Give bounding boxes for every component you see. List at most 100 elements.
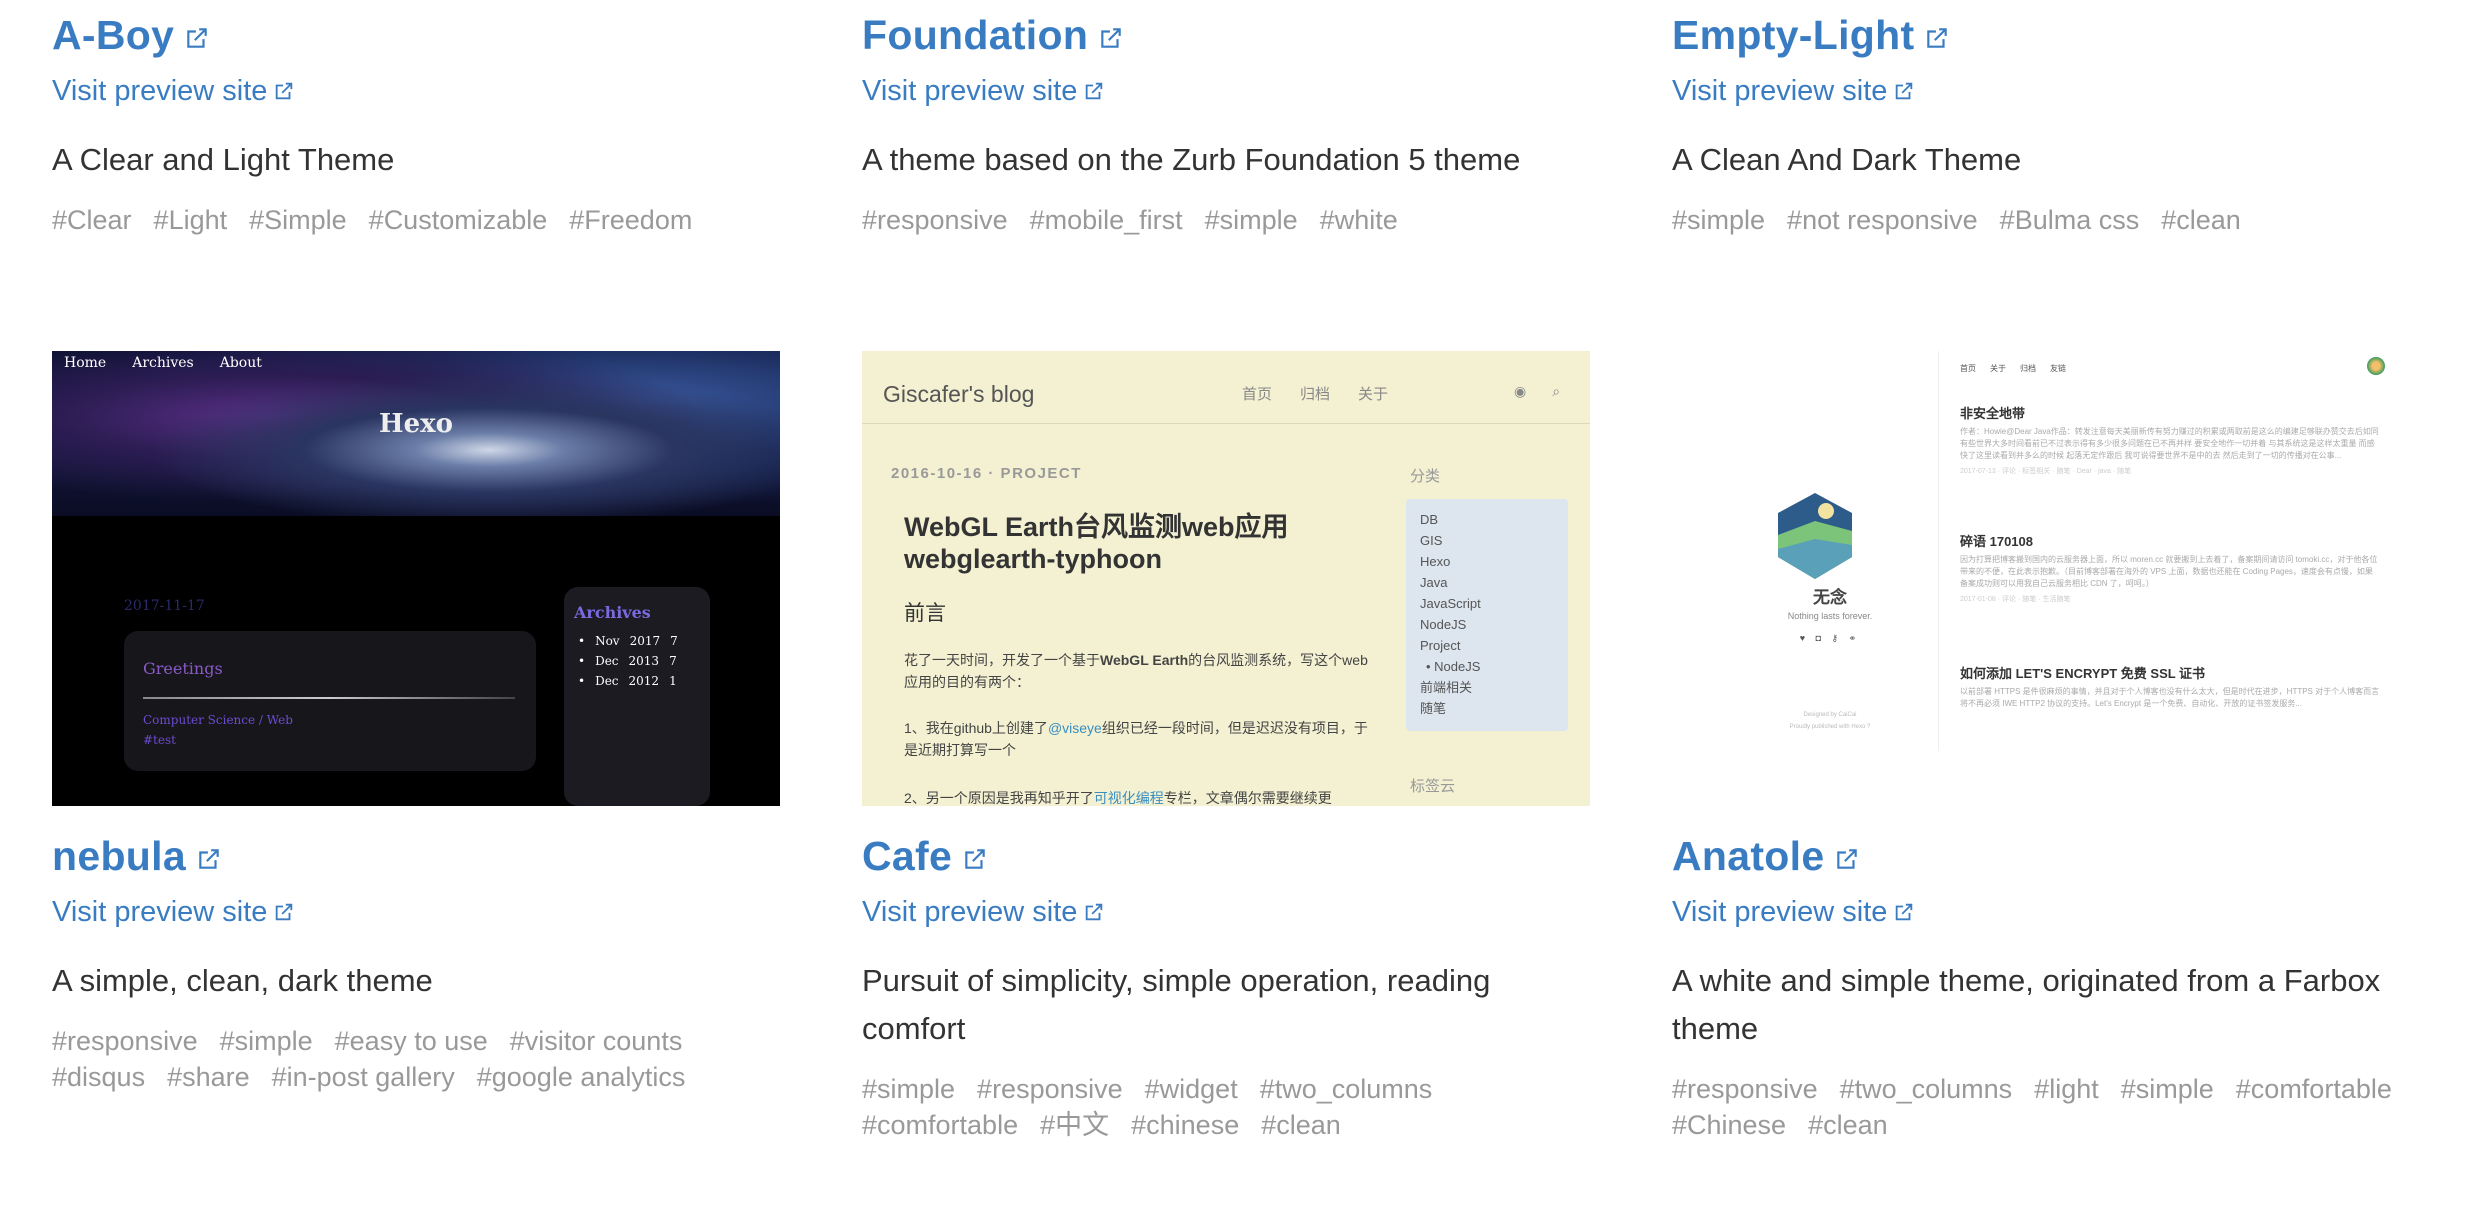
external-link-icon[interactable]: [196, 846, 222, 872]
tag[interactable]: #two_columns: [1840, 1071, 2013, 1107]
external-link-icon[interactable]: [273, 80, 295, 102]
tag[interactable]: #Clear: [52, 202, 132, 238]
nebula-preview-image[interactable]: Home Archives About Hexo 2017-11-17 Gree…: [52, 351, 780, 806]
visit-preview-link[interactable]: Visit preview site: [52, 896, 267, 929]
theme-description: A simple, clean, dark theme: [52, 963, 433, 998]
external-link-icon[interactable]: [1098, 25, 1124, 51]
tag[interactable]: #clean: [2161, 202, 2241, 238]
tag[interactable]: #share: [167, 1059, 250, 1095]
anatole-nav: 首页 关于 归档 友链: [1960, 364, 2066, 373]
nebula-archives-widget: Archives • Nov 2017 7 • Dec 2013 7 • Dec 2012 1: [564, 587, 710, 806]
theme-description: A Clear and Light Theme: [52, 142, 395, 177]
cafe-nav: 首页 归档 关于: [1242, 383, 1388, 404]
tag[interactable]: #responsive: [1672, 1071, 1818, 1107]
anatole-site-name: 无念: [1813, 588, 1847, 607]
tag[interactable]: #responsive: [52, 1023, 198, 1059]
theme-card-a-boy: A-Boy Visit preview site A Clear and Lig…: [52, 0, 780, 238]
tag[interactable]: #visitor counts: [510, 1023, 683, 1059]
cafe-preview-image[interactable]: Giscafer's blog 首页 归档 关于 ◉ ⌕ 2016-10-16 …: [862, 351, 1590, 806]
tag[interactable]: #clean: [1808, 1107, 1888, 1143]
external-link-icon[interactable]: [273, 901, 295, 923]
theme-title: Foundation: [862, 0, 1590, 70]
tag[interactable]: #simple: [2121, 1071, 2214, 1107]
theme-grid: A-Boy Visit preview site A Clear and Lig…: [0, 0, 2468, 1208]
tag[interactable]: #Bulma css: [2000, 202, 2140, 238]
external-link-icon[interactable]: [184, 25, 210, 51]
anatole-avatar: [2367, 357, 2385, 375]
theme-tags: #responsive #two_columns #light #simple …: [1672, 1071, 2400, 1143]
nebula-divider: [143, 697, 515, 699]
external-link-icon[interactable]: [1083, 80, 1105, 102]
tag[interactable]: #simple: [862, 1071, 955, 1107]
theme-name-link[interactable]: Anatole: [1672, 833, 1824, 880]
external-link-icon[interactable]: [1083, 901, 1105, 923]
anatole-footer: Designed by CaiCai Proudly published wit…: [1789, 712, 1871, 730]
tag[interactable]: #google analytics: [477, 1059, 686, 1095]
tag[interactable]: #easy to use: [335, 1023, 488, 1059]
cafe-paragraph: 花了一天时间，开发了一个基于WebGL Earth的台风监测系统，写这个web应…: [904, 652, 1368, 690]
tag[interactable]: #simple: [1672, 202, 1765, 238]
tag[interactable]: #responsive: [862, 202, 1008, 238]
theme-tags: #simple #not responsive #Bulma css #clea…: [1672, 202, 2400, 238]
tag[interactable]: #comfortable: [2236, 1071, 2392, 1107]
theme-name-link[interactable]: A-Boy: [52, 12, 174, 59]
nebula-post-card: Greetings Computer Science / Web #test: [124, 631, 536, 771]
cafe-paragraph: 1、我在github上创建了@viseye组织已经一段时间，但是迟迟没有项目，于…: [904, 720, 1368, 758]
anatole-post: 碎语 170108 因为打算把博客搬到国内的云服务器上面，所以 moren.cc…: [1960, 534, 2378, 603]
tag[interactable]: #Chinese: [1672, 1107, 1786, 1143]
anatole-sidebar: 无念 Nothing lasts forever. ♥ ◘ ⚷ ⚭ Design…: [1730, 351, 1930, 751]
theme-tags: #responsive #mobile_first #simple #white: [862, 202, 1590, 238]
theme-tags: #Clear #Light #Simple #Customizable #Fre…: [52, 202, 780, 238]
tag[interactable]: #disqus: [52, 1059, 145, 1095]
tag[interactable]: #white: [1320, 202, 1398, 238]
visit-preview-link[interactable]: Visit preview site: [52, 75, 267, 108]
tag[interactable]: #clean: [1261, 1107, 1341, 1143]
tag[interactable]: #simple: [1205, 202, 1298, 238]
theme-name-link[interactable]: Foundation: [862, 12, 1088, 59]
tag[interactable]: #Simple: [249, 202, 347, 238]
nebula-nav: Home Archives About: [64, 355, 262, 371]
nebula-post-tag: #test: [143, 733, 176, 747]
anatole-preview-image[interactable]: 无念 Nothing lasts forever. ♥ ◘ ⚷ ⚭ Design…: [1672, 351, 2400, 806]
visit-preview-link[interactable]: Visit preview site: [862, 896, 1077, 929]
theme-card-nebula: nebula Visit preview site A simple, clea…: [52, 821, 780, 1095]
tag[interactable]: #widget: [1145, 1071, 1238, 1107]
cafe-nav-item: 关于: [1358, 386, 1389, 403]
external-link-icon[interactable]: [1924, 25, 1950, 51]
external-link-icon[interactable]: [1893, 901, 1915, 923]
external-link-icon[interactable]: [1834, 846, 1860, 872]
nebula-archive-row: • Dec 2013 7: [578, 654, 677, 668]
nebula-archives-list: • Nov 2017 7 • Dec 2013 7 • Dec 2012 1: [578, 631, 678, 691]
theme-description: A Clean And Dark Theme: [1672, 142, 2022, 177]
external-link-icon[interactable]: [1893, 80, 1915, 102]
tag[interactable]: #comfortable: [862, 1107, 1018, 1143]
tag[interactable]: #中文: [1040, 1107, 1109, 1143]
tag[interactable]: #Light: [154, 202, 228, 238]
tag[interactable]: #mobile_first: [1030, 202, 1183, 238]
visit-preview-link[interactable]: Visit preview site: [862, 75, 1077, 108]
theme-card-anatole: Anatole Visit preview site A white and s…: [1672, 821, 2400, 1143]
theme-tags: #simple #responsive #widget #two_columns…: [862, 1071, 1590, 1143]
visit-preview-link[interactable]: Visit preview site: [1672, 896, 1887, 929]
tag[interactable]: #Customizable: [369, 202, 548, 238]
theme-name-link[interactable]: Cafe: [862, 833, 952, 880]
theme-description: A theme based on the Zurb Foundation 5 t…: [862, 142, 1521, 177]
tag[interactable]: #responsive: [977, 1071, 1123, 1107]
tag[interactable]: #in-post gallery: [272, 1059, 455, 1095]
tag[interactable]: #chinese: [1131, 1107, 1239, 1143]
visit-preview-link[interactable]: Visit preview site: [1672, 75, 1887, 108]
tag[interactable]: #not responsive: [1787, 202, 1978, 238]
cafe-category-list: DB GIS Hexo Java JavaScript NodeJS Proje…: [1420, 512, 1481, 716]
tag[interactable]: #Freedom: [569, 202, 692, 238]
cafe-tagcloud-title: 标签云: [1410, 778, 1456, 795]
theme-title: Empty-Light: [1672, 0, 2400, 70]
tag[interactable]: #two_columns: [1260, 1071, 1433, 1107]
theme-name-link[interactable]: nebula: [52, 833, 186, 880]
tag[interactable]: #simple: [220, 1023, 313, 1059]
tag[interactable]: #light: [2034, 1071, 2099, 1107]
external-link-icon[interactable]: [962, 846, 988, 872]
theme-card-empty-light: Empty-Light Visit preview site A Clean A…: [1672, 0, 2400, 238]
cafe-nav-item: 首页: [1242, 386, 1273, 403]
theme-name-link[interactable]: Empty-Light: [1672, 12, 1914, 59]
theme-description: A white and simple theme, originated fro…: [1672, 963, 2381, 1046]
